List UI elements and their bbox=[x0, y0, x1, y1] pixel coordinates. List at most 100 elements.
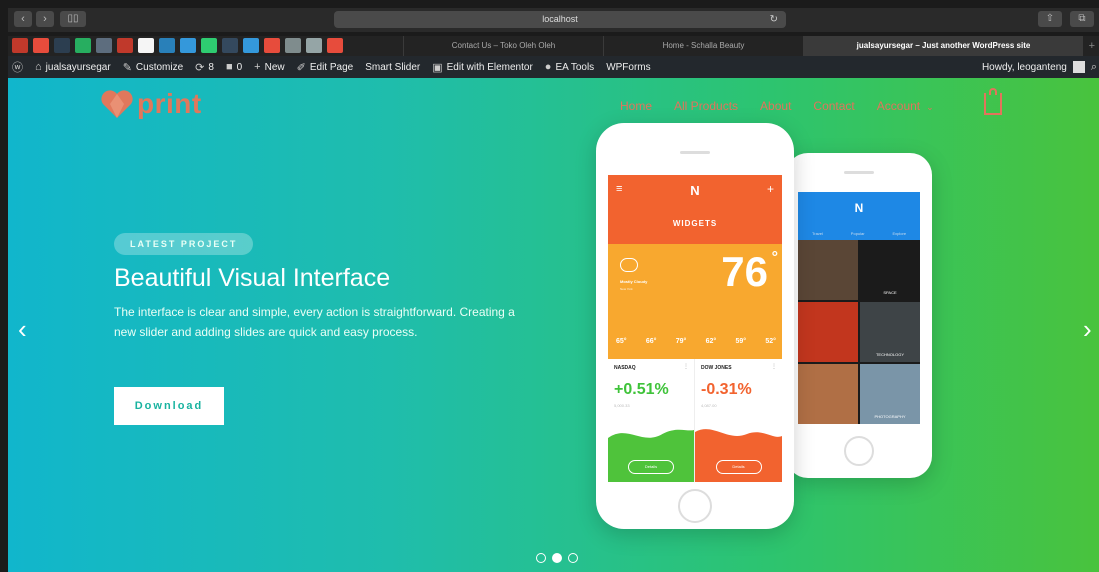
photo-tile bbox=[798, 302, 858, 362]
back-tab: Explore bbox=[892, 231, 907, 236]
plus-icon: + bbox=[766, 182, 774, 196]
elementor-label: Edit with Elementor bbox=[446, 61, 533, 73]
bookmark-favicon-icon[interactable] bbox=[285, 38, 301, 53]
menu-account-label: Account bbox=[876, 99, 921, 113]
bookmark-favicon-icon[interactable] bbox=[159, 38, 175, 53]
degree-symbol: ° bbox=[771, 249, 778, 266]
hero-slider: print Home All Products About Contact Ac… bbox=[8, 78, 1099, 572]
stock-card-dowjones: DOW JONES ⋮ -0.31% 4,087.00 Details bbox=[695, 359, 782, 482]
customize-link[interactable]: ✎ Customize bbox=[123, 61, 183, 74]
chevron-down-icon: ⌄ bbox=[926, 102, 934, 112]
forward-button[interactable]: › bbox=[36, 11, 54, 27]
latest-project-badge: LATEST PROJECT bbox=[114, 233, 254, 255]
widgets-header: ≡ N + WIDGETS bbox=[608, 175, 782, 244]
ea-icon: ● bbox=[544, 61, 552, 73]
phone-screen-back: N Travel Popular Explore SPACE TECHNOLOGY… bbox=[798, 192, 920, 424]
bookmark-favicon-icon[interactable] bbox=[96, 38, 112, 53]
bookmark-favicon-icon[interactable] bbox=[33, 38, 49, 53]
smart-slider-label: Smart Slider bbox=[365, 61, 421, 73]
bookmark-favicon-icon[interactable] bbox=[201, 38, 217, 53]
back-button[interactable]: ‹ bbox=[14, 11, 32, 27]
bookmark-favicon-icon[interactable] bbox=[180, 38, 196, 53]
stock-widgets: NASDAQ ⋮ +0.51% 5,000.33 Details DOW JON… bbox=[608, 359, 782, 482]
home-button bbox=[678, 489, 712, 523]
forecast-row: 65° 66° 79° 62° 59° 52° bbox=[616, 338, 776, 345]
bookmark-favicon-icon[interactable] bbox=[117, 38, 133, 53]
tab-contact-us[interactable]: Contact Us – Toko Oleh Oleh bbox=[403, 36, 603, 56]
bookmark-favicon-icon[interactable] bbox=[138, 38, 154, 53]
bookmark-favicon-icon[interactable] bbox=[12, 38, 28, 53]
forecast-temp: 59° bbox=[735, 338, 747, 345]
prev-slide-arrow-icon[interactable]: ‹ bbox=[18, 314, 27, 345]
tab-jualsayursegar[interactable]: jualsayursegar – Just another WordPress … bbox=[803, 36, 1083, 56]
browser-toolbar: ‹ › ▯▯ localhost ↻ ⇧ ⧉ bbox=[8, 8, 1099, 32]
logo-text: print bbox=[137, 88, 202, 119]
slider-dot[interactable] bbox=[536, 553, 546, 563]
howdy-account[interactable]: Howdy, leoganteng bbox=[982, 62, 1067, 73]
speaker bbox=[680, 151, 710, 154]
back-app-tabs: Travel Popular Explore bbox=[798, 231, 920, 236]
bookmark-favicon-icon[interactable] bbox=[54, 38, 70, 53]
slider-dot[interactable] bbox=[552, 553, 562, 563]
wpforms-label: WPForms bbox=[606, 61, 651, 73]
details-button: Details bbox=[628, 460, 674, 474]
ea-tools-link[interactable]: ● EA Tools bbox=[545, 61, 594, 73]
details-button: Details bbox=[715, 460, 762, 474]
photo-tile-caption: TECHNOLOGY bbox=[875, 352, 904, 357]
bookmark-favicon-icon[interactable] bbox=[222, 38, 238, 53]
hero-title: Beautiful Visual Interface bbox=[114, 264, 391, 292]
bookmark-favicon-icon[interactable] bbox=[327, 38, 343, 53]
phone-mockup-front: ≡ N + WIDGETS Mostly Cloudy New York 76 … bbox=[596, 123, 794, 529]
stock-name: DOW JONES bbox=[701, 365, 732, 371]
menu-contact[interactable]: Contact bbox=[813, 99, 854, 113]
updates-link[interactable]: ⟳ 8 bbox=[195, 61, 214, 74]
back-app-logo: N bbox=[854, 201, 864, 215]
bookmark-favicon-icon[interactable] bbox=[264, 38, 280, 53]
download-button[interactable]: Download bbox=[114, 387, 224, 425]
pencil-icon: ✐ bbox=[296, 61, 306, 74]
photo-tile: PHOTOGRAPHY bbox=[860, 364, 920, 424]
site-name-link[interactable]: ⌂ jualsayursegar bbox=[35, 61, 111, 73]
wordpress-icon[interactable]: ⓦ bbox=[12, 59, 23, 75]
share-button[interactable]: ⇧ bbox=[1038, 11, 1062, 27]
bookmark-favicon-icon[interactable] bbox=[243, 38, 259, 53]
reload-icon[interactable]: ↻ bbox=[770, 11, 778, 28]
slider-dot[interactable] bbox=[568, 553, 578, 563]
shopping-bag-icon[interactable] bbox=[984, 88, 1002, 115]
back-tab: Travel bbox=[811, 231, 823, 236]
new-tab-button[interactable]: + bbox=[1089, 36, 1095, 56]
photo-tile: SPACE bbox=[860, 240, 920, 300]
stock-index: 5,000.33 bbox=[614, 403, 630, 408]
next-slide-arrow-icon[interactable]: › bbox=[1083, 314, 1092, 345]
cloud-icon bbox=[620, 258, 638, 272]
smart-slider-link[interactable]: Smart Slider bbox=[365, 62, 420, 73]
new-content-link[interactable]: + New bbox=[254, 61, 284, 73]
more-icon: ⋮ bbox=[771, 364, 777, 370]
address-bar[interactable]: localhost ↻ bbox=[334, 11, 786, 28]
elementor-icon: ▣ bbox=[432, 61, 443, 74]
sidebar-toggle-button[interactable]: ▯▯ bbox=[60, 11, 86, 27]
avatar[interactable] bbox=[1072, 61, 1085, 73]
site-name: jualsayursegar bbox=[45, 61, 111, 73]
photo-tile bbox=[798, 364, 858, 424]
bookmark-favicon-icon[interactable] bbox=[75, 38, 91, 53]
comments-link[interactable]: ■ 0 bbox=[226, 61, 242, 73]
forecast-temp: 65° bbox=[616, 338, 627, 345]
menu-about[interactable]: About bbox=[760, 99, 791, 113]
tab-schalla-beauty[interactable]: Home - Schalla Beauty bbox=[603, 36, 803, 56]
search-icon[interactable]: ⌕ bbox=[1091, 61, 1097, 74]
app-logo: N bbox=[690, 183, 700, 198]
site-logo[interactable]: print bbox=[100, 88, 202, 120]
elementor-link[interactable]: ▣ Edit with Elementor bbox=[432, 61, 533, 74]
bookmark-favicon-icon[interactable] bbox=[306, 38, 322, 53]
menu-all-products[interactable]: All Products bbox=[674, 99, 738, 113]
speaker bbox=[844, 171, 874, 174]
stock-name: NASDAQ bbox=[614, 365, 636, 371]
edit-page-link[interactable]: ✐ Edit Page bbox=[297, 61, 354, 74]
tab-overview-button[interactable]: ⧉ bbox=[1070, 11, 1094, 27]
weather-widget: Mostly Cloudy New York 76 ° 65° 66° 79° 62°… bbox=[608, 244, 782, 359]
wpforms-link[interactable]: WPForms bbox=[606, 62, 650, 73]
comment-icon: ■ bbox=[225, 61, 233, 73]
menu-home[interactable]: Home bbox=[620, 99, 652, 113]
menu-account[interactable]: Account ⌄ bbox=[877, 99, 934, 113]
